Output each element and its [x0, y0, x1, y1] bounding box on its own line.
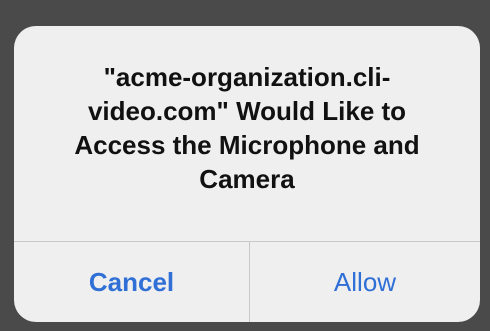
allow-button[interactable]: Allow: [250, 242, 480, 322]
permission-dialog: "acme-organization.cli-video.com" Would …: [14, 26, 480, 322]
permission-message: "acme-organization.cli-video.com" Would …: [74, 62, 420, 194]
cancel-button[interactable]: Cancel: [14, 242, 249, 322]
